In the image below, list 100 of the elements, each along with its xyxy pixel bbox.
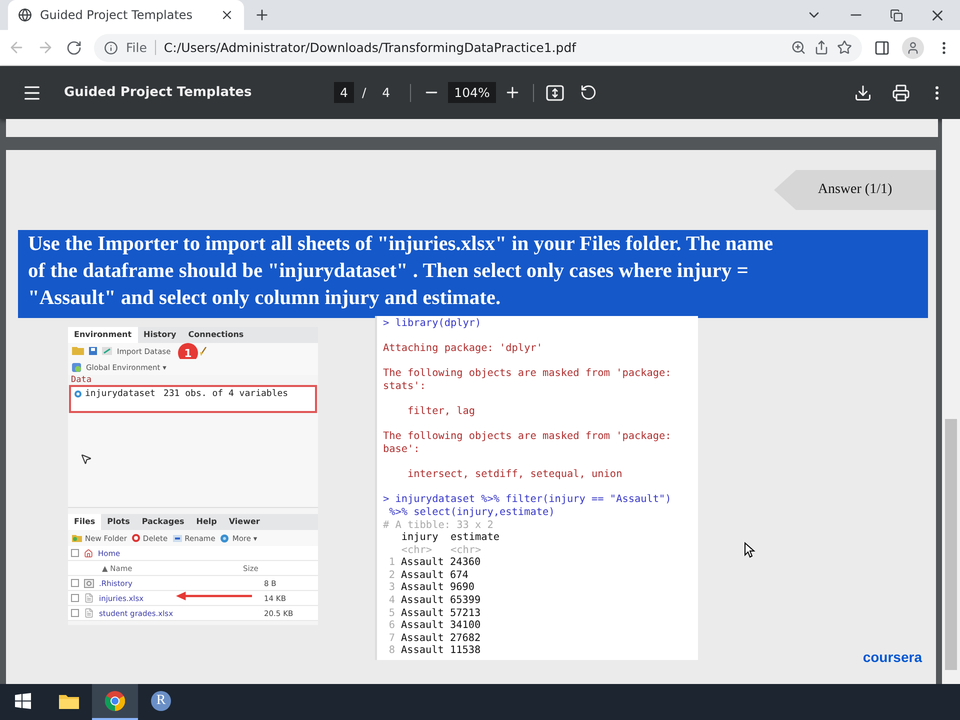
profile-avatar[interactable] <box>902 36 924 58</box>
windows-icon <box>15 693 31 709</box>
row-index: 4 <box>388 595 395 608</box>
home-icon <box>84 548 93 558</box>
table-cell-text: Assault <box>401 582 444 595</box>
restore-icon[interactable] <box>890 8 903 22</box>
row-index: 5 <box>388 608 395 620</box>
arrow-icon <box>176 591 252 601</box>
panel-tab[interactable]: Packages <box>136 514 190 530</box>
close-icon[interactable] <box>220 8 234 22</box>
console-line: base': <box>383 444 421 457</box>
document-title: Guided Project Templates <box>64 85 253 100</box>
panel-tab[interactable]: Environment <box>68 327 138 343</box>
table-cell-text: 27682 <box>450 632 481 645</box>
browser-tab[interactable]: Guided Project Templates <box>8 0 244 30</box>
table-cell-text: Assault <box>401 632 444 645</box>
table-cell-text: Assault <box>401 608 444 620</box>
table-cell: 11538 <box>450 645 481 658</box>
rotate-icon[interactable] <box>580 84 597 101</box>
broom-icon <box>198 346 207 356</box>
table-cell-text: Assault <box>401 570 444 582</box>
prompt-text: "Assault" and select only column injury and estimate. <box>28 286 502 311</box>
folder-icon <box>59 693 79 709</box>
side-panel-icon[interactable] <box>874 40 890 56</box>
mouse-cursor-icon <box>744 542 756 558</box>
new-tab-icon[interactable] <box>254 7 270 23</box>
dataset-row[interactable]: injurydataset 231 obs. of 4 variables <box>69 385 317 413</box>
table-cell: 24360 <box>450 557 481 570</box>
folder-icon <box>72 347 84 355</box>
panel-tab[interactable]: Plots <box>101 514 136 530</box>
globe-icon <box>18 8 32 22</box>
page-separator: / <box>362 85 366 100</box>
coursera-logo: coursera <box>862 649 922 665</box>
checkbox[interactable] <box>71 579 79 587</box>
panel-tab[interactable]: History <box>138 327 182 343</box>
r-app-icon: R <box>151 691 171 711</box>
row-index: 8 <box>388 645 395 658</box>
panel-tab[interactable]: Files <box>68 514 102 530</box>
console-line: filter, lag <box>406 406 476 419</box>
console-line: %>% select(injury,estimate) <box>388 506 556 520</box>
zoom-field[interactable]: 104% <box>448 82 496 103</box>
reload-icon[interactable] <box>66 40 82 56</box>
prompt-text: of the dataframe should be "injurydataset" . Then select only cases where injury = <box>28 259 750 284</box>
dataset-info: 231 obs. of 4 variables <box>163 389 288 399</box>
table-cell-text: 57213 <box>450 608 481 620</box>
table-cell: Assault <box>401 557 444 570</box>
panel-tab[interactable]: Viewer <box>222 514 266 530</box>
history-file-icon <box>84 578 94 588</box>
file-icon <box>84 593 94 603</box>
table-cell-text: 674 <box>450 570 468 582</box>
console-line: The following objects are masked from 'package: <box>383 431 672 444</box>
save-icon <box>89 347 97 355</box>
share-icon[interactable] <box>814 40 829 55</box>
row-index: 7 <box>388 632 395 645</box>
download-icon[interactable] <box>854 84 872 102</box>
console-line: The following objects are masked from 'package: <box>383 368 672 381</box>
page-number-field[interactable]: 4 <box>334 82 354 103</box>
table-cell: Assault <box>401 645 444 658</box>
info-icon <box>104 40 118 54</box>
panel-tab[interactable]: Connections <box>182 327 250 343</box>
console-line: > library(dplyr) <box>383 318 482 331</box>
import-icon <box>102 347 112 355</box>
row-index: 6 <box>388 620 395 633</box>
row-index: 1 <box>388 557 395 570</box>
scrollbar[interactable] <box>942 119 960 684</box>
console-line: # A tibble: 33 x 2 <box>383 520 494 532</box>
checkbox[interactable] <box>71 609 79 617</box>
fit-page-icon[interactable] <box>546 84 564 100</box>
table-cell: 65399 <box>450 595 481 608</box>
console-line: <chr> <chr> <box>400 544 482 557</box>
dataset-icon <box>74 390 82 398</box>
gear-icon <box>220 534 230 542</box>
folder-icon <box>72 534 82 542</box>
console-line: intersect, setdiff, setequal, union <box>406 469 624 482</box>
zoom-icon[interactable] <box>791 40 806 55</box>
print-icon[interactable] <box>892 84 910 102</box>
console-line: stats': <box>383 380 427 394</box>
table-cell: Assault <box>401 620 444 633</box>
dataset-name: injurydataset <box>74 389 156 399</box>
row-index: 2 <box>388 570 395 582</box>
cursor-icon <box>80 453 92 465</box>
answer-label: Answer (1/1) <box>774 170 936 210</box>
address-bar[interactable]: File C:/Users/Administrator/Downloads/TransformingDataPractice1.pdf <box>94 34 862 62</box>
delete-icon <box>132 534 140 542</box>
rename-icon <box>172 534 182 542</box>
checkbox[interactable] <box>71 549 79 557</box>
file-icon <box>84 608 94 618</box>
star-icon[interactable] <box>837 40 852 55</box>
panel-tab[interactable]: Help <box>190 514 223 530</box>
console-line: injury estimate <box>400 532 501 545</box>
table-cell-text: 9690 <box>450 582 474 595</box>
environment-icon <box>72 362 81 372</box>
chrome-icon <box>105 691 125 711</box>
table-cell: 34100 <box>450 620 481 633</box>
row-index: 3 <box>388 582 395 596</box>
console-line: Attaching package: 'dplyr' <box>383 343 544 356</box>
prompt-text: Use the Importer to import all sheets of "injuries.xlsx" in your Files folder. The name <box>28 232 774 257</box>
scroll-thumb[interactable] <box>945 419 957 670</box>
section-label: Data <box>70 375 92 385</box>
checkbox[interactable] <box>71 594 79 602</box>
